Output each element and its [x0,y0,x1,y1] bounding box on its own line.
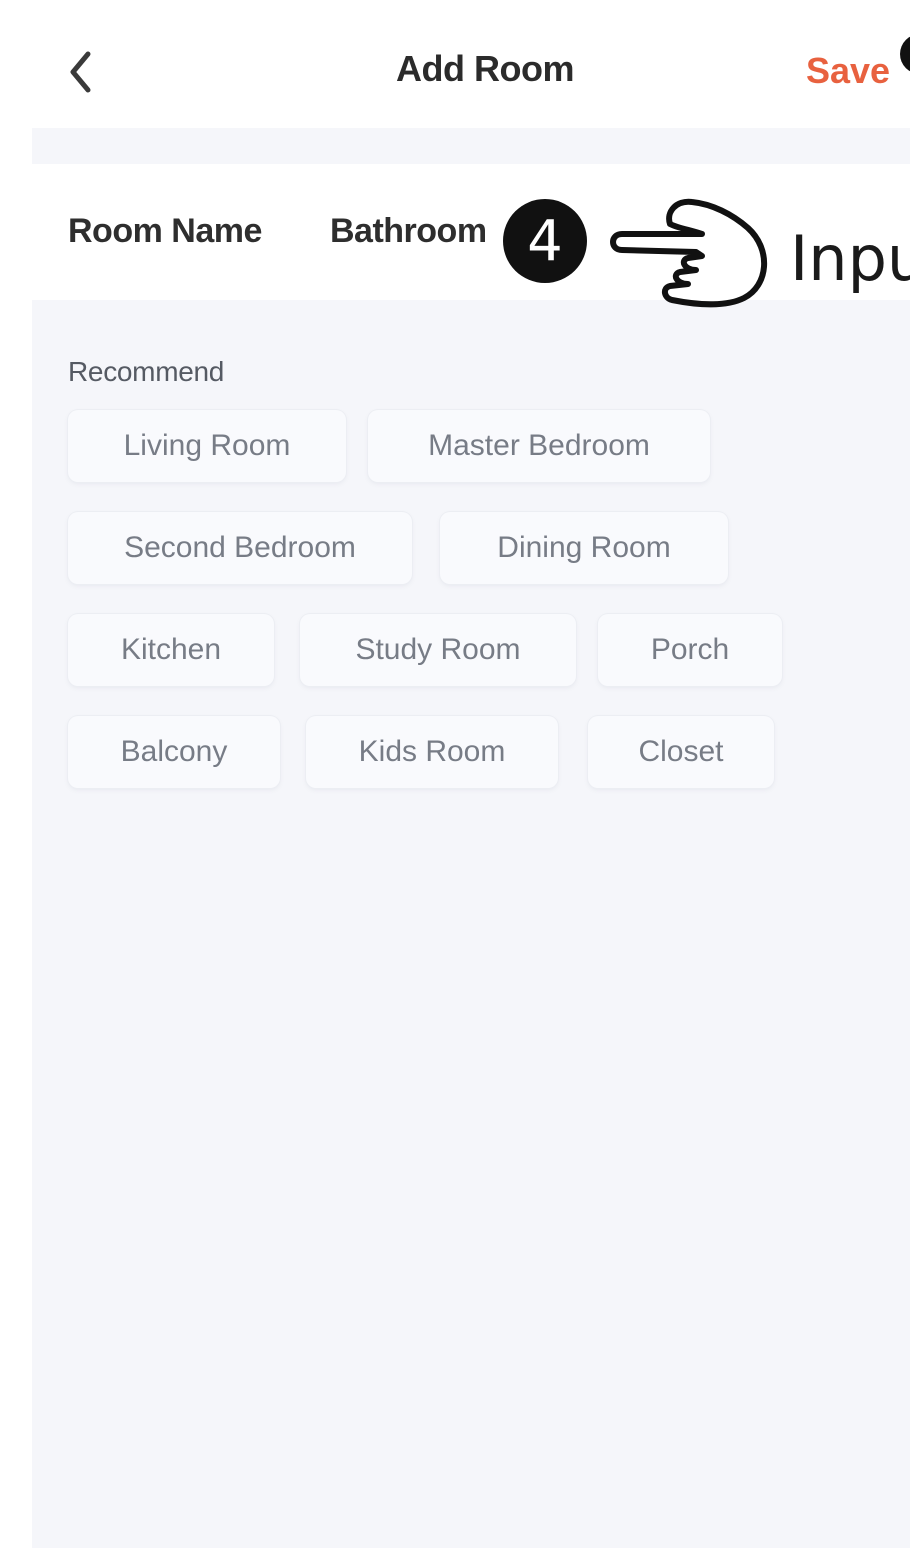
recommend-title: Recommend [68,356,225,387]
chip-second-bedroom[interactable]: Second Bedroom [68,512,412,584]
room-name-label: Room Name [68,212,262,250]
chip-kitchen[interactable]: Kitchen [68,614,274,686]
input-callout-text: Inpu [790,222,910,295]
save-button[interactable]: Save [806,50,890,92]
chip-closet[interactable]: Closet [588,716,774,788]
chip-master-bedroom[interactable]: Master Bedroom [368,410,710,482]
chevron-left-icon [70,51,91,93]
chip-study-room[interactable]: Study Room [300,614,576,686]
room-name-input[interactable] [330,205,508,257]
back-button[interactable] [56,42,106,102]
page-title: Add Room [396,48,574,89]
pointing-hand-icon [610,198,767,308]
step-number-badge: 4 [503,199,587,283]
chip-dining-room[interactable]: Dining Room [440,512,728,584]
chip-balcony[interactable]: Balcony [68,716,280,788]
chip-living-room[interactable]: Living Room [68,410,346,482]
chip-kids-room[interactable]: Kids Room [306,716,558,788]
chip-porch[interactable]: Porch [598,614,782,686]
